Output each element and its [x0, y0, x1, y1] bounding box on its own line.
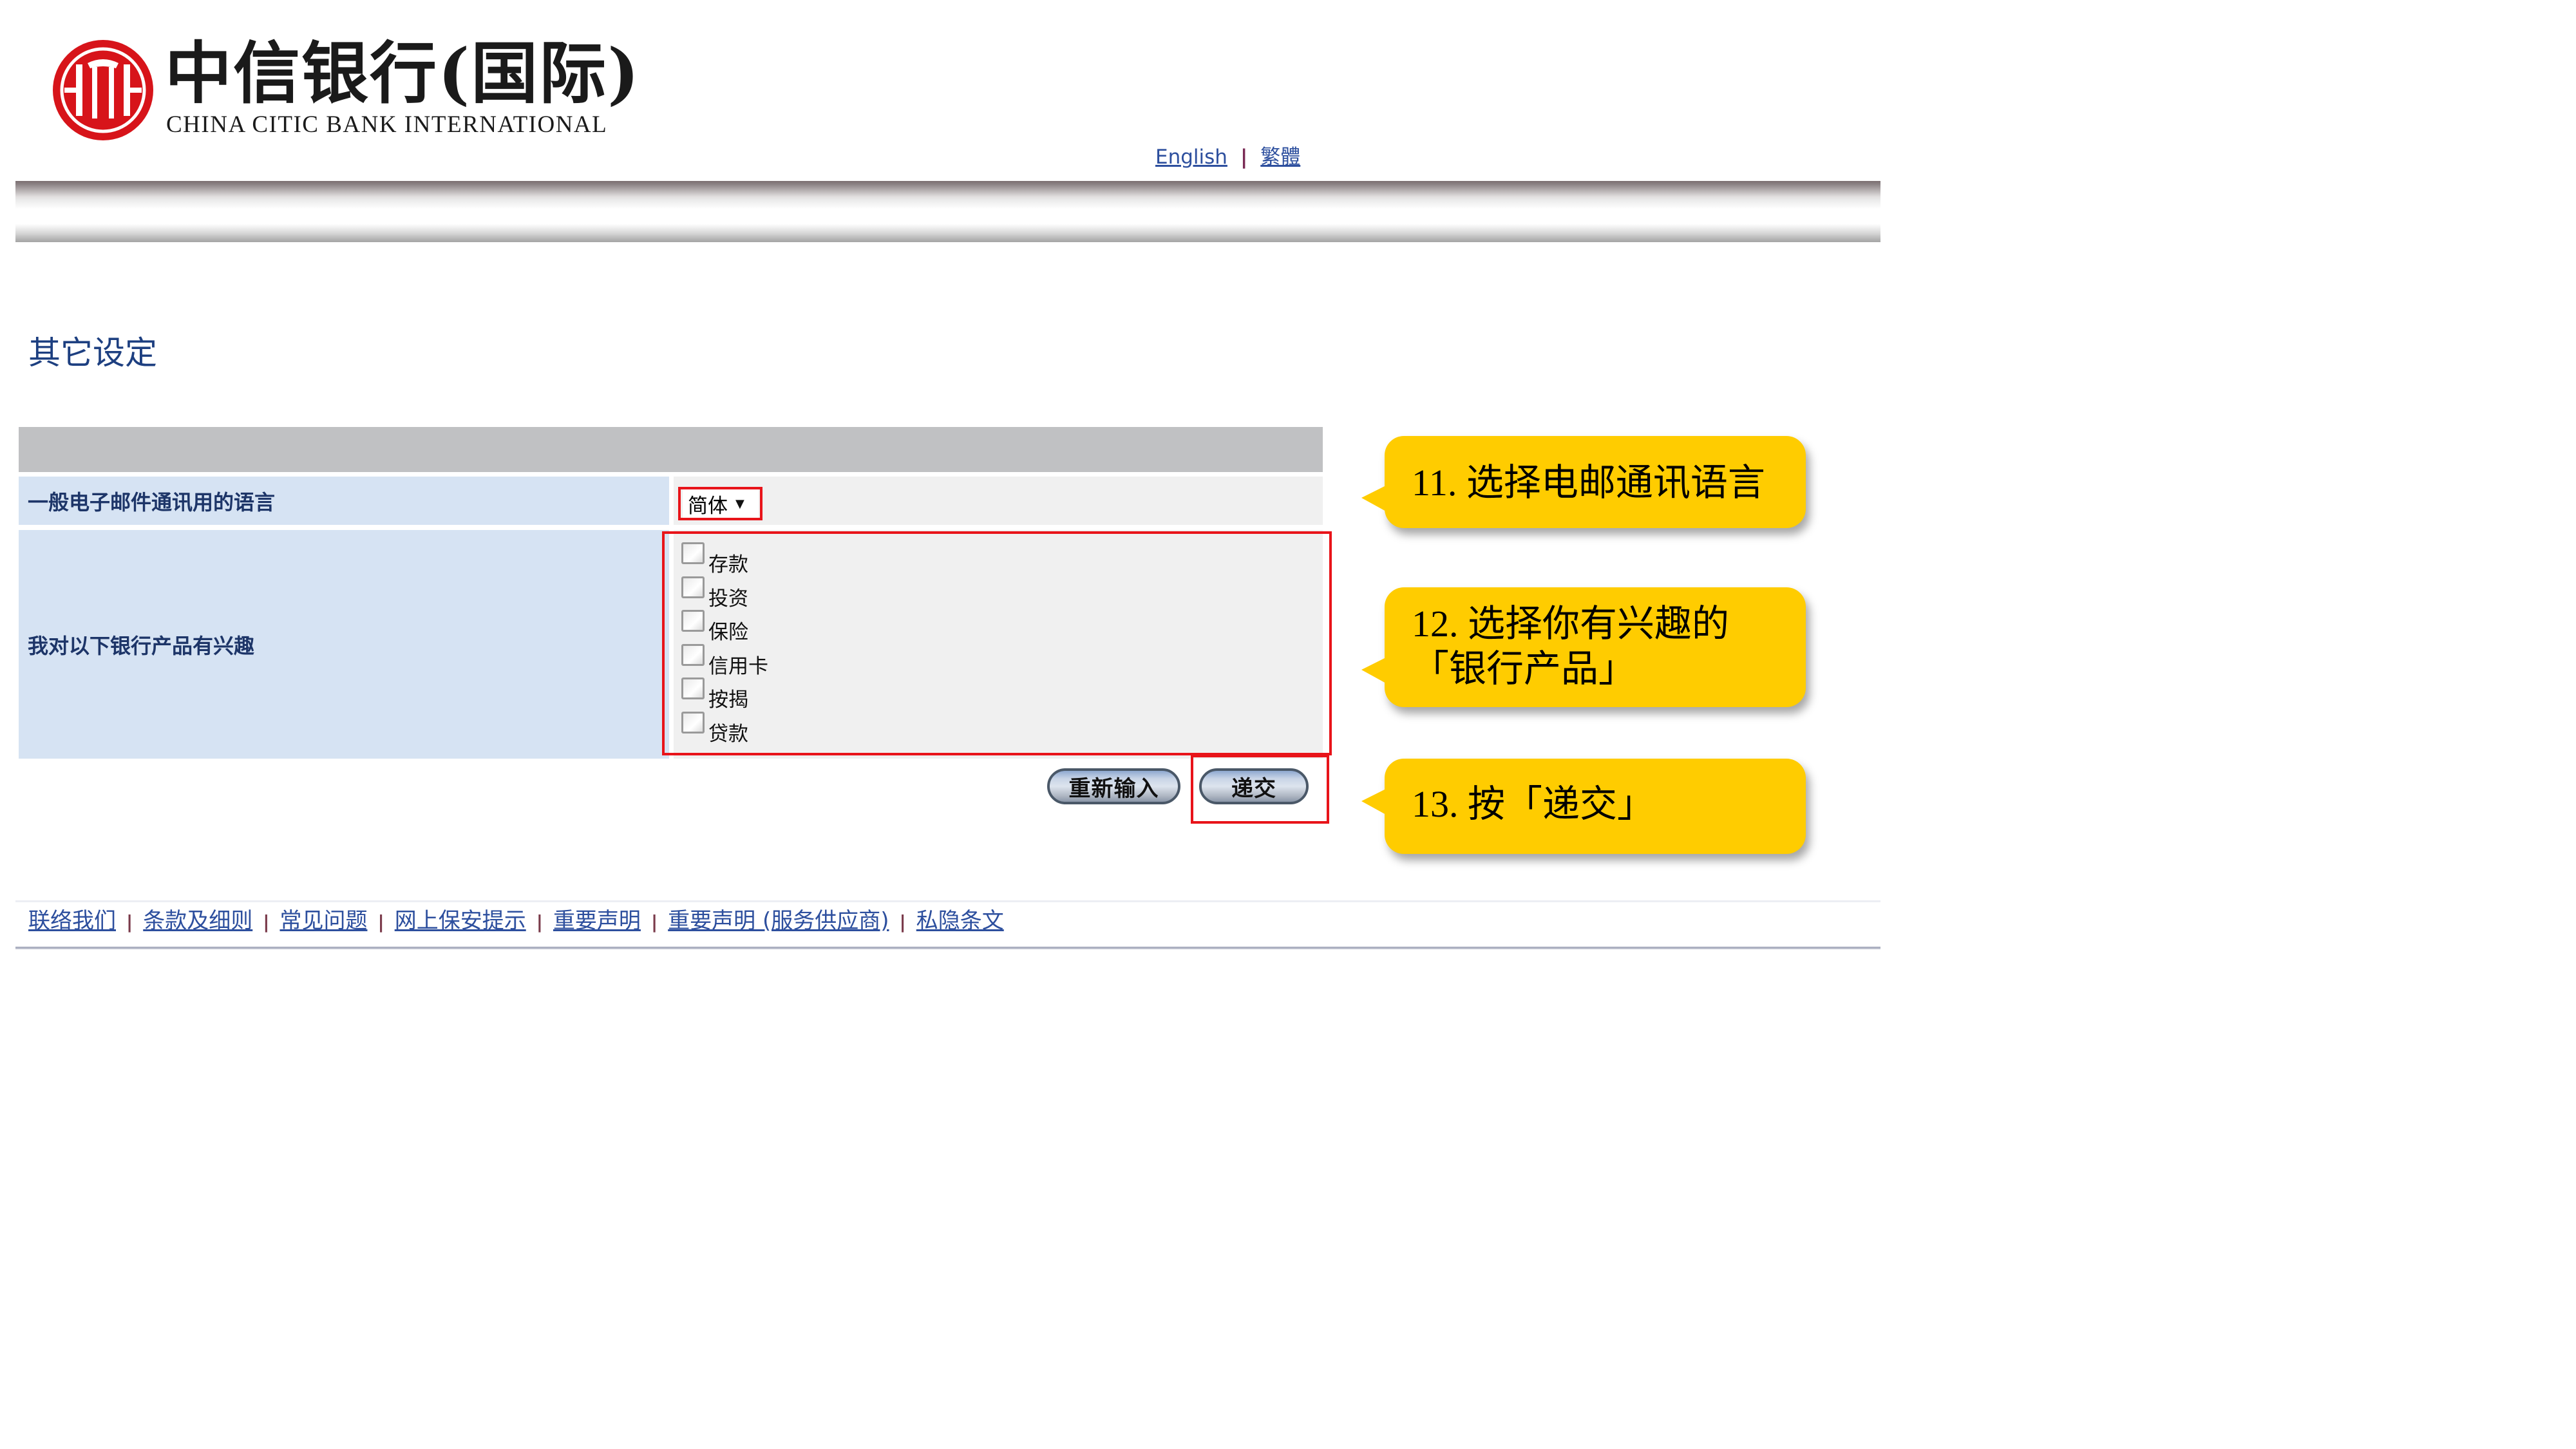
product-option-loan[interactable]: 贷款: [681, 711, 768, 746]
footer-separator: |: [263, 911, 270, 933]
english-link[interactable]: English: [1155, 146, 1227, 169]
credit-card-checkbox[interactable]: [681, 643, 705, 666]
checkbox-label: 保险: [708, 621, 748, 645]
footer-link-security-tips[interactable]: 网上保安提示: [395, 908, 526, 934]
insurance-checkbox[interactable]: [681, 610, 705, 632]
investment-checkbox[interactable]: [681, 576, 705, 598]
checkbox-label: 贷款: [708, 722, 748, 746]
dropdown-arrow-icon: ▼: [735, 497, 744, 511]
submit-button[interactable]: 递交: [1199, 768, 1309, 804]
footer-separator: |: [377, 911, 384, 933]
footer-link-privacy[interactable]: 私隐条文: [916, 908, 1004, 934]
footer-separator: |: [126, 911, 133, 933]
language-switcher: English | 繁體: [1155, 144, 1300, 170]
footer-divider-bottom: [15, 947, 1880, 949]
footer-link-faq[interactable]: 常见问题: [279, 908, 367, 934]
product-checkbox-list: 存款 投资 保险 信用卡 按揭 贷款: [681, 542, 768, 746]
callout-text: 11. 选择电邮通讯语言: [1412, 462, 1765, 504]
bank-name-english: CHINA CITIC BANK INTERNATIONAL: [166, 111, 608, 138]
callout-text: 12. 选择你有兴趣的 「银行产品」: [1412, 603, 1730, 690]
mortgage-checkbox[interactable]: [681, 677, 705, 699]
citic-logo-icon: [53, 40, 153, 140]
product-option-deposit[interactable]: 存款: [681, 542, 768, 576]
product-option-investment[interactable]: 投资: [681, 576, 768, 611]
footer-divider-top: [15, 900, 1880, 902]
email-language-label: 一般电子邮件通讯用的语言: [19, 477, 669, 525]
product-option-credit-card[interactable]: 信用卡: [681, 643, 768, 678]
callout-step-11: 11. 选择电邮通讯语言: [1361, 436, 1806, 528]
bank-name-chinese: 中信银行(国际): [165, 33, 641, 113]
callout-pointer: [1361, 788, 1387, 815]
language-separator: |: [1240, 146, 1248, 169]
callout-step-12: 12. 选择你有兴趣的 「银行产品」: [1361, 587, 1806, 707]
email-language-selected: 简体: [688, 494, 728, 518]
footer-link-terms[interactable]: 条款及细则: [143, 908, 252, 934]
page-title: 其它设定: [28, 334, 157, 372]
traditional-chinese-link[interactable]: 繁體: [1260, 146, 1300, 169]
product-interest-cell: [674, 530, 1323, 759]
callout-step-13: 13. 按「递交」: [1361, 759, 1806, 854]
callout-text: 13. 按「递交」: [1412, 783, 1655, 825]
footer-separator: |: [536, 911, 543, 933]
email-language-select[interactable]: 简体 ▼: [683, 489, 759, 518]
table-header-bar: [19, 427, 1323, 472]
deposit-checkbox[interactable]: [681, 542, 705, 564]
footer-link-disclaimer[interactable]: 重要声明: [553, 908, 641, 934]
footer-separator: |: [899, 911, 906, 933]
loan-checkbox[interactable]: [681, 711, 705, 734]
footer-separator: |: [650, 911, 658, 933]
header-bar: [15, 181, 1880, 242]
reset-button[interactable]: 重新输入: [1047, 768, 1180, 804]
product-option-mortgage[interactable]: 按揭: [681, 677, 768, 712]
footer-links: 联络我们 | 条款及细则 | 常见问题 | 网上保安提示 | 重要声明 | 重要声明 (服务供应商)…: [28, 907, 1004, 936]
product-interest-label: 我对以下银行产品有兴趣: [19, 530, 669, 759]
checkbox-label: 存款: [708, 553, 748, 577]
checkbox-label: 信用卡: [708, 654, 768, 678]
bank-logo: 中信银行(国际) CHINA CITIC BANK INTERNATIONAL: [52, 35, 639, 148]
email-language-cell: [674, 477, 1323, 525]
footer-link-contact-us[interactable]: 联络我们: [28, 908, 116, 934]
checkbox-label: 按揭: [708, 688, 748, 712]
callout-pointer: [1361, 485, 1387, 512]
product-option-insurance[interactable]: 保险: [681, 610, 768, 644]
checkbox-label: 投资: [708, 587, 748, 611]
callout-pointer: [1361, 657, 1387, 684]
footer-link-disclaimer-service-provider[interactable]: 重要声明 (服务供应商): [668, 908, 889, 934]
